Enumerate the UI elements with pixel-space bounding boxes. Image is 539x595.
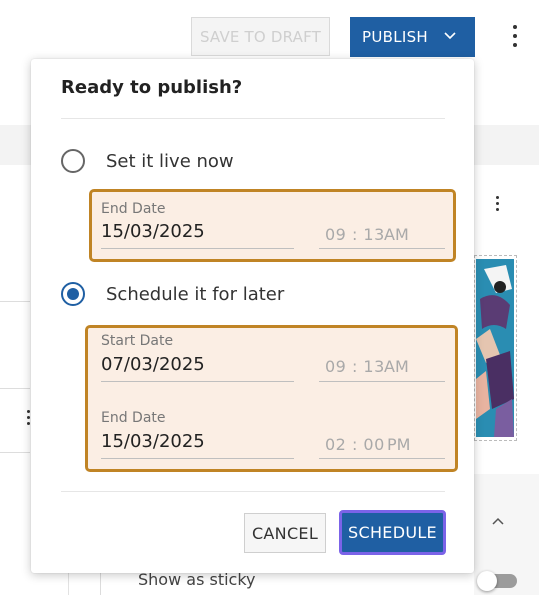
start-date-input[interactable]: 07/03/2025 xyxy=(101,354,205,375)
kebab-menu-icon[interactable] xyxy=(508,25,522,49)
publish-popover: Ready to publish? Set it live now End Da… xyxy=(31,59,474,573)
divider xyxy=(61,118,445,119)
end-date-input[interactable]: 15/03/2025 xyxy=(101,431,205,452)
chevron-up-icon[interactable] xyxy=(491,516,505,526)
end-time-input[interactable]: 09 : 13 xyxy=(325,225,385,244)
live-now-end-date-group: End Date 15/03/2025 09 : 13 AM xyxy=(89,189,456,262)
schedule-button[interactable]: SCHEDULE xyxy=(339,510,446,555)
radio-set-live-now[interactable] xyxy=(61,149,85,173)
underline xyxy=(319,458,445,459)
minute-value: 00 xyxy=(363,435,385,454)
schedule-dates-group: Start Date 07/03/2025 09 : 13 AM End Dat… xyxy=(85,325,458,472)
start-date-label: Start Date xyxy=(101,333,174,349)
publish-button-label: PUBLISH xyxy=(362,28,428,46)
end-date-input[interactable]: 15/03/2025 xyxy=(101,221,205,242)
sticky-container xyxy=(100,570,120,595)
underline xyxy=(101,248,294,249)
divider xyxy=(0,452,30,453)
sticky-toggle[interactable] xyxy=(477,571,517,591)
underline xyxy=(101,458,294,459)
ampm-select[interactable]: AM xyxy=(384,357,409,376)
underline xyxy=(319,248,445,249)
divider xyxy=(0,388,30,389)
end-time-input[interactable]: 02 : 00 xyxy=(325,435,385,454)
save-to-draft-button[interactable]: SAVE TO DRAFT xyxy=(191,17,330,56)
underline xyxy=(319,381,445,382)
divider xyxy=(0,301,30,302)
option-set-live-now[interactable]: Set it live now xyxy=(61,149,234,173)
divider xyxy=(61,491,445,492)
thumbnail-image xyxy=(476,259,514,437)
option-label: Schedule it for later xyxy=(106,283,285,305)
option-label: Set it live now xyxy=(106,150,234,172)
cancel-button[interactable]: CANCEL xyxy=(244,513,326,553)
end-date-label: End Date xyxy=(101,201,166,217)
underline xyxy=(101,381,294,382)
hour-value: 09 xyxy=(325,357,347,376)
hour-value: 09 xyxy=(325,225,347,244)
end-date-label: End Date xyxy=(101,410,166,426)
hour-value: 02 xyxy=(325,435,347,454)
minute-value: 13 xyxy=(363,225,385,244)
minute-value: 13 xyxy=(363,357,385,376)
ampm-select[interactable]: PM xyxy=(387,435,410,454)
kebab-menu-icon[interactable] xyxy=(492,196,502,214)
start-time-input[interactable]: 09 : 13 xyxy=(325,357,385,376)
option-schedule-later[interactable]: Schedule it for later xyxy=(61,282,284,306)
ampm-select[interactable]: AM xyxy=(384,225,409,244)
chevron-down-icon xyxy=(444,32,456,40)
popover-title: Ready to publish? xyxy=(61,77,243,98)
publish-button[interactable]: PUBLISH xyxy=(350,17,475,57)
radio-schedule-later[interactable] xyxy=(61,282,85,306)
